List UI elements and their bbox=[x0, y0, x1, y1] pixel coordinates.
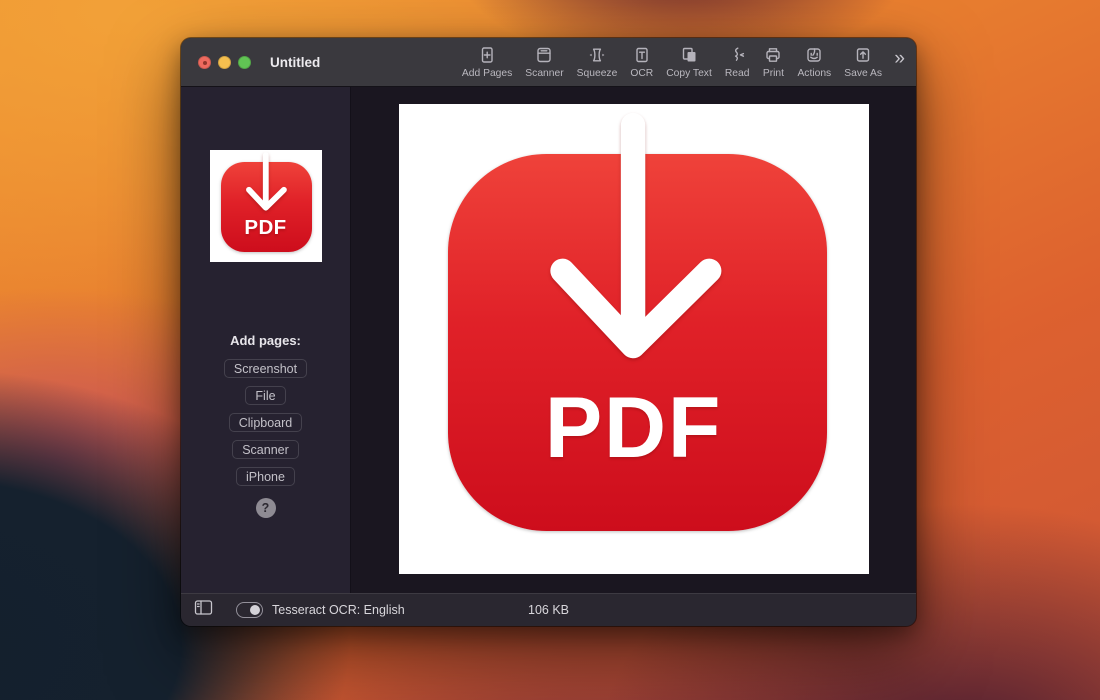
toolbar-print[interactable]: Print bbox=[762, 44, 784, 79]
toolbar-read[interactable]: Read bbox=[725, 44, 750, 79]
pdf-label: PDF bbox=[210, 216, 322, 240]
add-pages-heading: Add pages: bbox=[230, 333, 301, 348]
toolbar-copy-text[interactable]: Copy Text bbox=[666, 44, 712, 79]
add-from-file-button[interactable]: File bbox=[245, 386, 285, 405]
traffic-lights bbox=[198, 56, 251, 69]
add-from-scanner-button[interactable]: Scanner bbox=[232, 440, 299, 459]
status-bar: Tesseract OCR: English 106 KB bbox=[181, 593, 916, 626]
close-button[interactable] bbox=[198, 56, 211, 69]
toolbar-label: Save As bbox=[844, 68, 882, 79]
toolbar-save-as[interactable]: Save As bbox=[844, 44, 882, 79]
add-from-screenshot-button[interactable]: Screenshot bbox=[224, 359, 307, 378]
read-aloud-icon bbox=[726, 44, 748, 66]
toolbar-squeeze[interactable]: Squeeze bbox=[577, 44, 618, 79]
toolbar-label: Copy Text bbox=[666, 68, 712, 79]
ocr-toggle[interactable] bbox=[236, 602, 263, 618]
toolbar-add-pages[interactable]: Add Pages bbox=[462, 44, 512, 79]
actions-icon bbox=[803, 44, 825, 66]
toolbar: Add Pages Scanner Squeeze OCR bbox=[462, 38, 882, 86]
help-button[interactable]: ? bbox=[256, 498, 276, 518]
toggle-knob bbox=[250, 605, 260, 615]
app-window: Untitled Add Pages Scanner Squeeze bbox=[181, 38, 916, 626]
ocr-icon bbox=[631, 44, 653, 66]
toolbar-scanner[interactable]: Scanner bbox=[525, 44, 563, 79]
pdf-page[interactable]: PDF bbox=[399, 104, 869, 574]
squeeze-icon bbox=[586, 44, 608, 66]
toolbar-label: Scanner bbox=[525, 68, 563, 79]
save-as-icon bbox=[852, 44, 874, 66]
toolbar-label: Read bbox=[725, 68, 750, 79]
minimize-button[interactable] bbox=[218, 56, 231, 69]
content-area: PDF Add pages: Screenshot File Clipboard… bbox=[181, 87, 916, 593]
toggle-sidebar-icon[interactable] bbox=[194, 599, 213, 621]
copy-text-icon bbox=[678, 44, 700, 66]
toolbar-overflow-chevron-icon[interactable]: » bbox=[894, 49, 905, 68]
title-bar: Untitled Add Pages Scanner Squeeze bbox=[181, 38, 916, 87]
file-size-label: 106 KB bbox=[528, 603, 569, 617]
add-from-iphone-button[interactable]: iPhone bbox=[236, 467, 295, 486]
page-thumbnail[interactable]: PDF bbox=[210, 150, 322, 262]
scanner-icon bbox=[533, 44, 555, 66]
toolbar-actions[interactable]: Actions bbox=[797, 44, 831, 79]
print-icon bbox=[762, 44, 784, 66]
download-arrow-icon bbox=[210, 150, 322, 262]
toolbar-ocr[interactable]: OCR bbox=[630, 44, 653, 79]
zoom-button[interactable] bbox=[238, 56, 251, 69]
add-from-clipboard-button[interactable]: Clipboard bbox=[229, 413, 303, 432]
ocr-status-label: Tesseract OCR: English bbox=[272, 603, 405, 617]
toolbar-label: OCR bbox=[630, 68, 653, 79]
pdf-label: PDF bbox=[399, 379, 869, 478]
toolbar-label: Squeeze bbox=[577, 68, 618, 79]
document-view: PDF bbox=[351, 87, 916, 593]
download-arrow-icon bbox=[399, 104, 869, 574]
sidebar: PDF Add pages: Screenshot File Clipboard… bbox=[181, 87, 351, 593]
toolbar-label: Print bbox=[763, 68, 784, 79]
toolbar-label: Actions bbox=[797, 68, 831, 79]
toolbar-label: Add Pages bbox=[462, 68, 512, 79]
window-title: Untitled bbox=[270, 55, 320, 70]
add-pages-icon bbox=[476, 44, 498, 66]
